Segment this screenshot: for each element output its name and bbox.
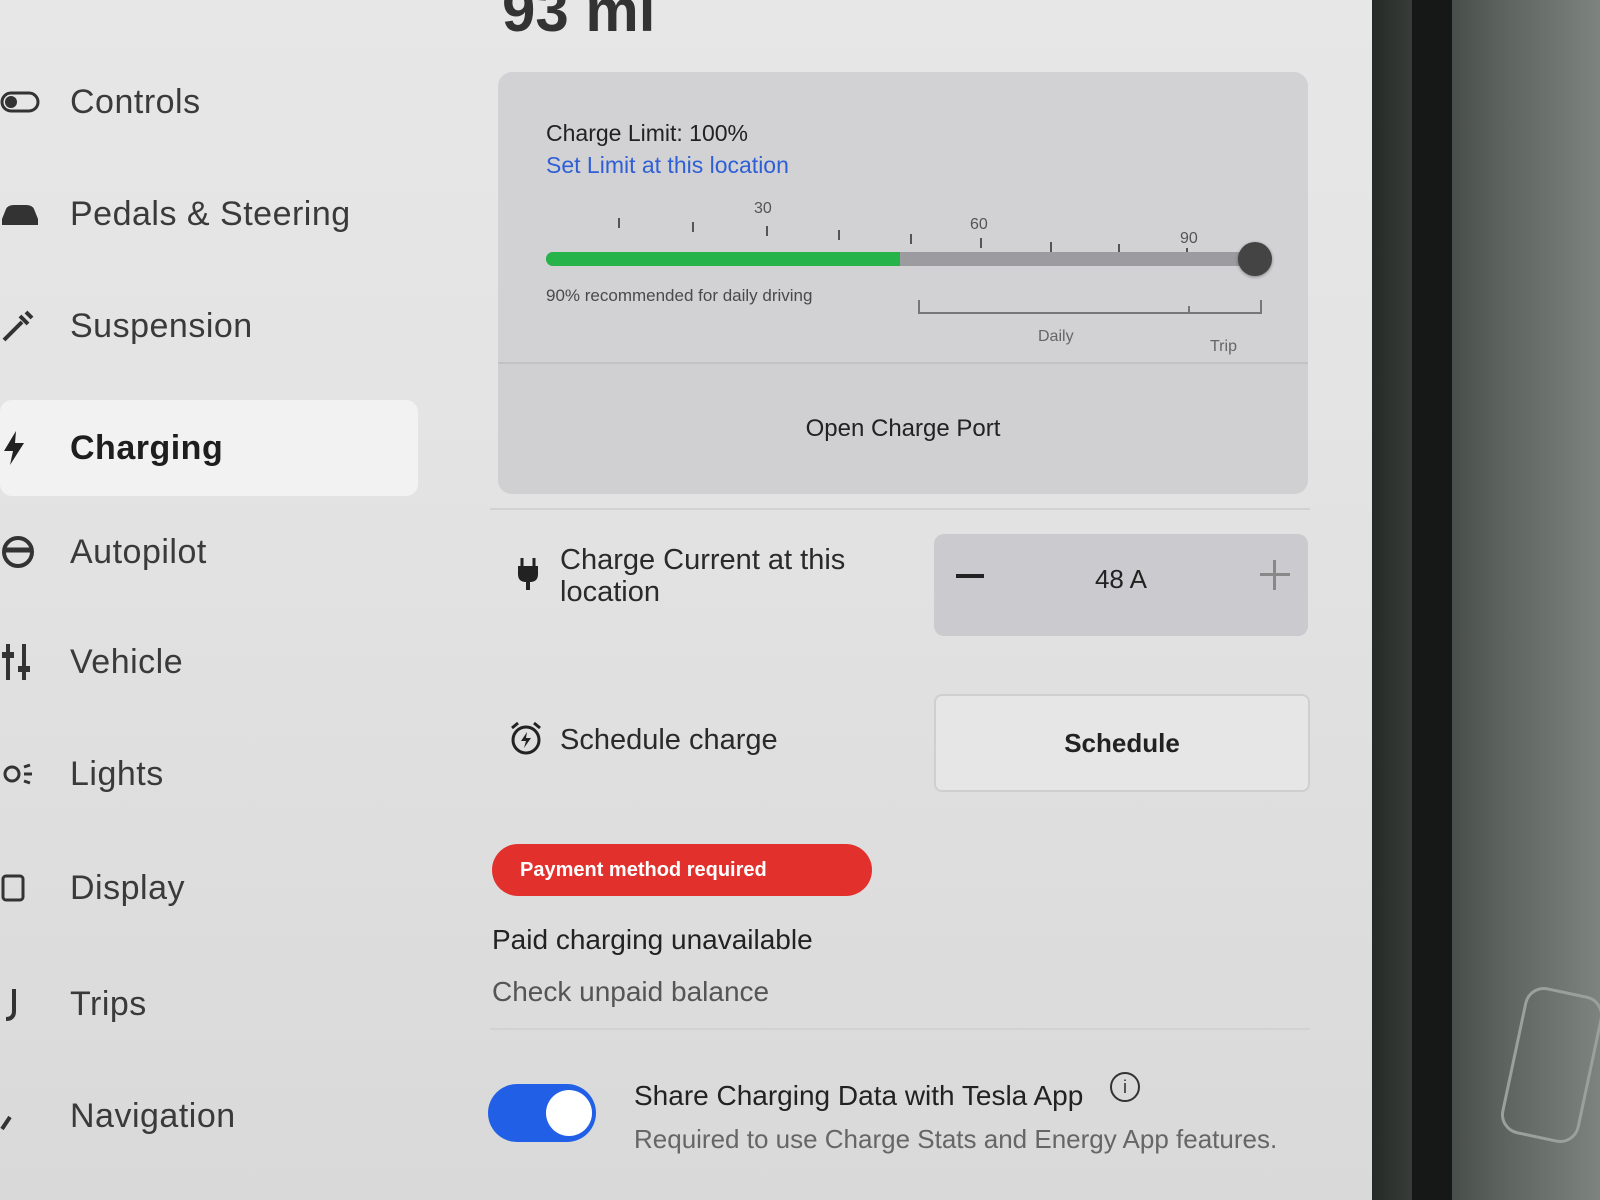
share-charging-data-label: Share Charging Data with Tesla App: [634, 1080, 1084, 1111]
scale-tick: [980, 238, 982, 248]
paid-charging-status: Paid charging unavailable: [492, 924, 813, 955]
sidebar-item-pedals-steering[interactable]: Pedals & Steering: [0, 166, 418, 262]
increase-current-button[interactable]: [1260, 560, 1290, 590]
open-charge-port-button[interactable]: Open Charge Port: [498, 364, 1308, 494]
charge-limit-handle[interactable]: [1238, 242, 1272, 276]
sidebar-item-label: Autopilot: [70, 532, 207, 571]
info-icon[interactable]: i: [1110, 1072, 1140, 1102]
divider: [490, 508, 1310, 510]
alarm-clock-icon: [508, 720, 544, 761]
schedule-charge-label: Schedule charge: [560, 724, 778, 756]
sidebar-item-label: Charging: [70, 428, 224, 467]
charge-current-value: 48 A: [1094, 564, 1148, 594]
scale-label-90: 90: [1180, 230, 1198, 247]
plug-icon: [516, 556, 540, 597]
car-icon: [0, 194, 46, 234]
share-charging-data-subtitle: Required to use Charge Stats and Energy …: [634, 1124, 1278, 1154]
sidebar-item-label: Trips: [70, 984, 147, 1023]
charge-limit-slider[interactable]: [546, 242, 1272, 276]
divider: [490, 1028, 1310, 1030]
sidebar-item-vehicle[interactable]: Vehicle: [0, 614, 418, 710]
bolt-icon: [0, 428, 46, 468]
sidebar-item-autopilot[interactable]: Autopilot: [0, 504, 418, 600]
payment-required-badge: Payment method required: [492, 844, 872, 896]
scale-tick: [692, 222, 694, 232]
trips-icon: [0, 984, 46, 1024]
touchscreen: 93 mi Controls Pedals & Steering Suspens…: [0, 0, 1372, 1200]
navigation-icon: [0, 1096, 46, 1136]
charge-current-label: Charge Current at this location: [560, 544, 846, 608]
sidebar-item-display[interactable]: Display: [0, 840, 418, 936]
scale-label-30: 30: [754, 200, 772, 217]
sidebar-item-trips[interactable]: Trips: [0, 956, 418, 1052]
sidebar-item-controls[interactable]: Controls: [0, 54, 418, 150]
share-charging-data-toggle[interactable]: [488, 1084, 596, 1142]
trip-label: Trip: [1210, 338, 1237, 355]
scale-tick: [1050, 242, 1052, 252]
daily-trip-bracket: [918, 300, 1262, 314]
wrench-icon: [0, 306, 46, 346]
sidebar-item-label: Controls: [70, 82, 201, 121]
sidebar-item-lights[interactable]: Lights: [0, 726, 418, 822]
sidebar-item-label: Display: [70, 868, 185, 907]
set-limit-link[interactable]: Set Limit at this location: [546, 152, 789, 179]
check-unpaid-balance-link[interactable]: Check unpaid balance: [492, 976, 769, 1008]
toggle-knob: [546, 1090, 592, 1136]
bezel-edge: [1412, 0, 1452, 1200]
sidebar-item-charging[interactable]: Charging: [0, 400, 418, 496]
sliders-icon: [0, 642, 46, 682]
scale-tick: [618, 218, 620, 228]
schedule-button[interactable]: Schedule: [934, 694, 1310, 792]
current-charge-fill: [546, 252, 900, 266]
interior-trim: [1497, 983, 1600, 1147]
scale-tick: [910, 234, 912, 244]
recommend-note: 90% recommended for daily driving: [546, 286, 813, 305]
scale-tick: [766, 226, 768, 236]
scale-tick: [838, 230, 840, 240]
sidebar-item-suspension[interactable]: Suspension: [0, 278, 418, 374]
scale-label-60: 60: [970, 216, 988, 233]
toggle-icon: [0, 82, 46, 122]
charge-limit-card: Charge Limit: 100% Set Limit at this loc…: [498, 72, 1308, 494]
range-display: 93 mi: [502, 0, 656, 44]
screen-bezel: [1372, 0, 1600, 1200]
settings-sidebar: Controls Pedals & Steering Suspension Ch…: [0, 0, 420, 1200]
charge-current-stepper: 48 A: [934, 534, 1308, 636]
sidebar-item-label: Pedals & Steering: [70, 194, 351, 233]
sidebar-item-navigation[interactable]: Navigation: [0, 1068, 418, 1164]
steering-wheel-icon: [0, 532, 46, 572]
daily-trip-divider: [1188, 306, 1190, 314]
sidebar-item-label: Navigation: [70, 1096, 236, 1135]
sidebar-item-label: Vehicle: [70, 642, 184, 681]
sun-icon: [0, 754, 46, 794]
sidebar-item-label: Suspension: [70, 306, 253, 345]
charge-limit-title: Charge Limit: 100%: [546, 120, 748, 146]
sidebar-item-label: Lights: [70, 754, 164, 793]
display-icon: [0, 868, 46, 908]
daily-label: Daily: [1038, 328, 1074, 345]
